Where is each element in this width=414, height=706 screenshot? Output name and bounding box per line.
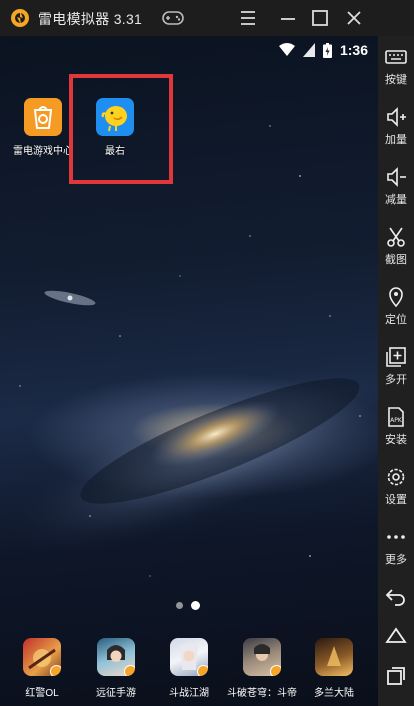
sidebar-item-screenshot[interactable]: 截图 — [378, 218, 414, 278]
sidebar-item-settings[interactable]: 设置 — [378, 458, 414, 518]
back-icon[interactable] — [384, 584, 408, 608]
app-label: 斗破苍穹：斗帝 — [227, 688, 297, 699]
game-badge-icon — [124, 665, 135, 676]
menu-icon[interactable] — [236, 6, 260, 30]
maximize-icon[interactable] — [308, 6, 332, 30]
recent-apps-icon[interactable] — [384, 664, 408, 688]
sidebar-item-label: 安装 — [385, 434, 407, 446]
game-badge-icon — [197, 665, 208, 676]
leidian-logo-icon — [11, 9, 29, 27]
battery-charging-icon — [322, 42, 332, 58]
sidebar-item-volume-down[interactable]: 减量 — [378, 158, 414, 218]
page-dot — [176, 602, 183, 609]
status-bar: 1:36 — [278, 40, 368, 60]
dock: 红警OL 远征手游 斗战江湖 斗破苍穹：斗帝 多兰大陆 — [0, 634, 378, 706]
game-badge-icon — [50, 665, 61, 676]
title-bar: 雷电模拟器 3.31 — [0, 0, 414, 36]
dock-app-hongjing-ol[interactable]: 红警OL — [6, 638, 78, 699]
keyboard-icon — [385, 50, 407, 64]
sidebar-item-multi-instance[interactable]: 多开 — [378, 338, 414, 398]
sidebar-item-label: 更多 — [385, 554, 407, 566]
dock-app-doupo-cangqiong[interactable]: 斗破苍穹：斗帝 — [226, 638, 298, 699]
app-label: 远征手游 — [96, 688, 136, 699]
volume-up-icon — [387, 107, 406, 127]
highlight-annotation-box — [69, 74, 173, 184]
sidebar-item-label: 定位 — [385, 314, 407, 326]
yuanzheng-icon — [97, 638, 135, 676]
dock-app-duolan-dalu[interactable]: 多兰大陆 — [298, 638, 370, 699]
sidebar-item-location[interactable]: 定位 — [378, 278, 414, 338]
app-label: 斗战江湖 — [169, 688, 209, 699]
sidebar-item-label: 截图 — [385, 254, 407, 266]
app-label: 多兰大陆 — [314, 688, 354, 699]
android-home-screen[interactable]: 1:36 雷电游戏中心 最右 红警OL 远征手游 斗战江湖 斗破苍穹：斗帝 多兰… — [0, 36, 378, 706]
signal-icon — [302, 43, 315, 57]
sidebar-item-label: 设置 — [385, 494, 407, 506]
location-pin-icon — [389, 287, 403, 308]
sidebar-item-label: 减量 — [385, 194, 407, 206]
app-label: 红警OL — [25, 688, 59, 699]
sidebar-item-install-apk[interactable]: APK 安装 — [378, 398, 414, 458]
gear-icon — [387, 468, 405, 486]
sidebar-item-volume-up[interactable]: 加量 — [378, 98, 414, 158]
apk-install-icon: APK — [388, 407, 404, 427]
sidebar-item-label: 按键 — [385, 74, 407, 86]
wifi-icon — [278, 43, 295, 56]
sidebar-item-label: 多开 — [385, 374, 407, 386]
close-icon[interactable] — [342, 6, 366, 30]
svg-text:APK: APK — [390, 417, 403, 424]
gamepad-icon[interactable] — [162, 9, 184, 27]
page-dot-active — [191, 601, 200, 610]
emulator-sidebar: 按键 加量 减量 截图 定位 多开 APK 安装 设置 更多 — [378, 36, 414, 706]
douzhan-jianghu-icon — [170, 638, 208, 676]
hongjing-ol-icon — [23, 638, 61, 676]
scissors-icon — [387, 227, 405, 247]
home-icon[interactable] — [384, 624, 408, 648]
doupo-cangqiong-icon — [243, 638, 281, 676]
duolan-dalu-icon — [315, 638, 353, 676]
dock-app-yuanzheng[interactable]: 远征手游 — [80, 638, 152, 699]
window-title: 雷电模拟器 3.31 — [38, 11, 143, 27]
more-dots-icon — [387, 535, 405, 539]
game-badge-icon — [270, 665, 281, 676]
page-indicator — [176, 601, 200, 610]
multi-instance-icon — [386, 347, 406, 367]
dock-app-douzhan-jianghu[interactable]: 斗战江湖 — [153, 638, 225, 699]
status-time: 1:36 — [339, 42, 368, 58]
sidebar-item-more[interactable]: 更多 — [378, 518, 414, 578]
sidebar-item-label: 加量 — [385, 134, 407, 146]
sidebar-item-keymap[interactable]: 按键 — [378, 38, 414, 98]
volume-down-icon — [387, 167, 406, 187]
minimize-icon[interactable] — [276, 6, 300, 30]
leidian-game-center-icon — [24, 98, 62, 136]
